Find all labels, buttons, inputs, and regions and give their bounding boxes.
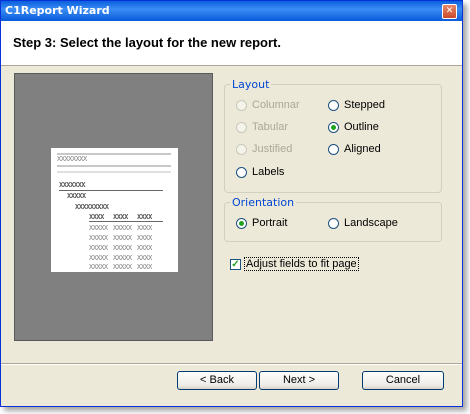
preview-cell: XXXXX [113, 244, 132, 252]
preview-title-text: XXXXXXXX [57, 155, 87, 163]
preview-cell: XXXX [137, 263, 152, 271]
close-icon[interactable]: ✕ [442, 4, 457, 19]
cancel-button[interactable]: Cancel [362, 371, 444, 390]
preview-cell: XXXXX [89, 234, 108, 242]
preview-group-1: XXXXXXX [59, 181, 86, 189]
layout-legend: Layout [232, 78, 270, 91]
wizard-window: C1Report Wizard ✕ Step 3: Select the lay… [0, 0, 463, 407]
radio-stepped[interactable]: Stepped [328, 99, 385, 111]
preview-cell: XXXXX [113, 263, 132, 271]
preview-rule [57, 165, 171, 167]
checkmark-icon: ✓ [230, 258, 241, 270]
back-button[interactable]: < Back [177, 371, 257, 390]
footer-divider [1, 363, 462, 365]
radio-tabular-label: Tabular [252, 121, 289, 133]
preview-group-2: XXXXX [67, 192, 86, 200]
radio-outline[interactable]: Outline [328, 121, 379, 133]
radio-button-icon [328, 143, 339, 155]
radio-justified[interactable]: Justified [236, 143, 292, 155]
radio-outline-label: Outline [344, 121, 379, 133]
adjust-fields-checkbox[interactable]: ✓ Adjust fields to fit page [230, 257, 359, 271]
preview-cell: XXXX [137, 254, 152, 262]
radio-columnar[interactable]: Columnar [236, 99, 300, 111]
preview-col-header: XXXX [89, 213, 104, 221]
radio-button-icon [236, 166, 247, 178]
preview-cell: XXXXX [89, 254, 108, 262]
next-button[interactable]: Next > [259, 371, 339, 390]
wizard-header: Step 3: Select the layout for the new re… [1, 21, 462, 66]
window-title: C1Report Wizard [5, 4, 110, 17]
preview-group-3: XXXXXXXXX [75, 203, 109, 211]
preview-page: XXXXXXXX XXXXXXX XXXXX XXXXXXXXX XXXX XX… [51, 148, 178, 272]
radio-aligned-label: Aligned [344, 143, 381, 155]
preview-cell: XXXXX [89, 263, 108, 271]
radio-aligned[interactable]: Aligned [328, 143, 381, 155]
radio-labels[interactable]: Labels [236, 166, 284, 178]
preview-cell: XXXXX [113, 224, 132, 232]
radio-button-checked-icon [236, 217, 247, 229]
title-bar[interactable]: C1Report Wizard ✕ [1, 1, 462, 21]
radio-button-icon [328, 99, 339, 111]
radio-tabular[interactable]: Tabular [236, 121, 288, 133]
radio-landscape[interactable]: Landscape [328, 217, 398, 229]
preview-cell: XXXXX [113, 254, 132, 262]
preview-cell: XXXX [137, 224, 152, 232]
orientation-legend: Orientation [232, 196, 295, 209]
preview-cell: XXXXX [89, 244, 108, 252]
preview-cell: XXXX [137, 234, 152, 242]
preview-underline [89, 221, 163, 222]
preview-rule [57, 171, 171, 173]
preview-cell: XXXXX [89, 224, 108, 232]
radio-landscape-label: Landscape [344, 217, 398, 229]
preview-underline [59, 190, 163, 191]
radio-justified-label: Justified [252, 143, 293, 155]
radio-button-checked-icon [328, 121, 339, 133]
radio-portrait-label: Portrait [252, 217, 288, 229]
radio-portrait[interactable]: Portrait [236, 217, 287, 229]
step-title: Step 3: Select the layout for the new re… [13, 35, 281, 50]
preview-col-header: XXXX [137, 213, 152, 221]
radio-button-icon [236, 143, 247, 155]
radio-button-icon [236, 99, 247, 111]
radio-columnar-label: Columnar [252, 99, 300, 111]
radio-button-icon [328, 217, 339, 229]
preview-cell: XXXXX [113, 234, 132, 242]
adjust-fields-label: Adjust fields to fit page [244, 257, 359, 271]
radio-labels-label: Labels [252, 166, 285, 178]
radio-button-icon [236, 121, 247, 133]
preview-cell: XXXX [137, 244, 152, 252]
radio-stepped-label: Stepped [344, 99, 385, 111]
preview-col-header: XXXX [113, 213, 128, 221]
